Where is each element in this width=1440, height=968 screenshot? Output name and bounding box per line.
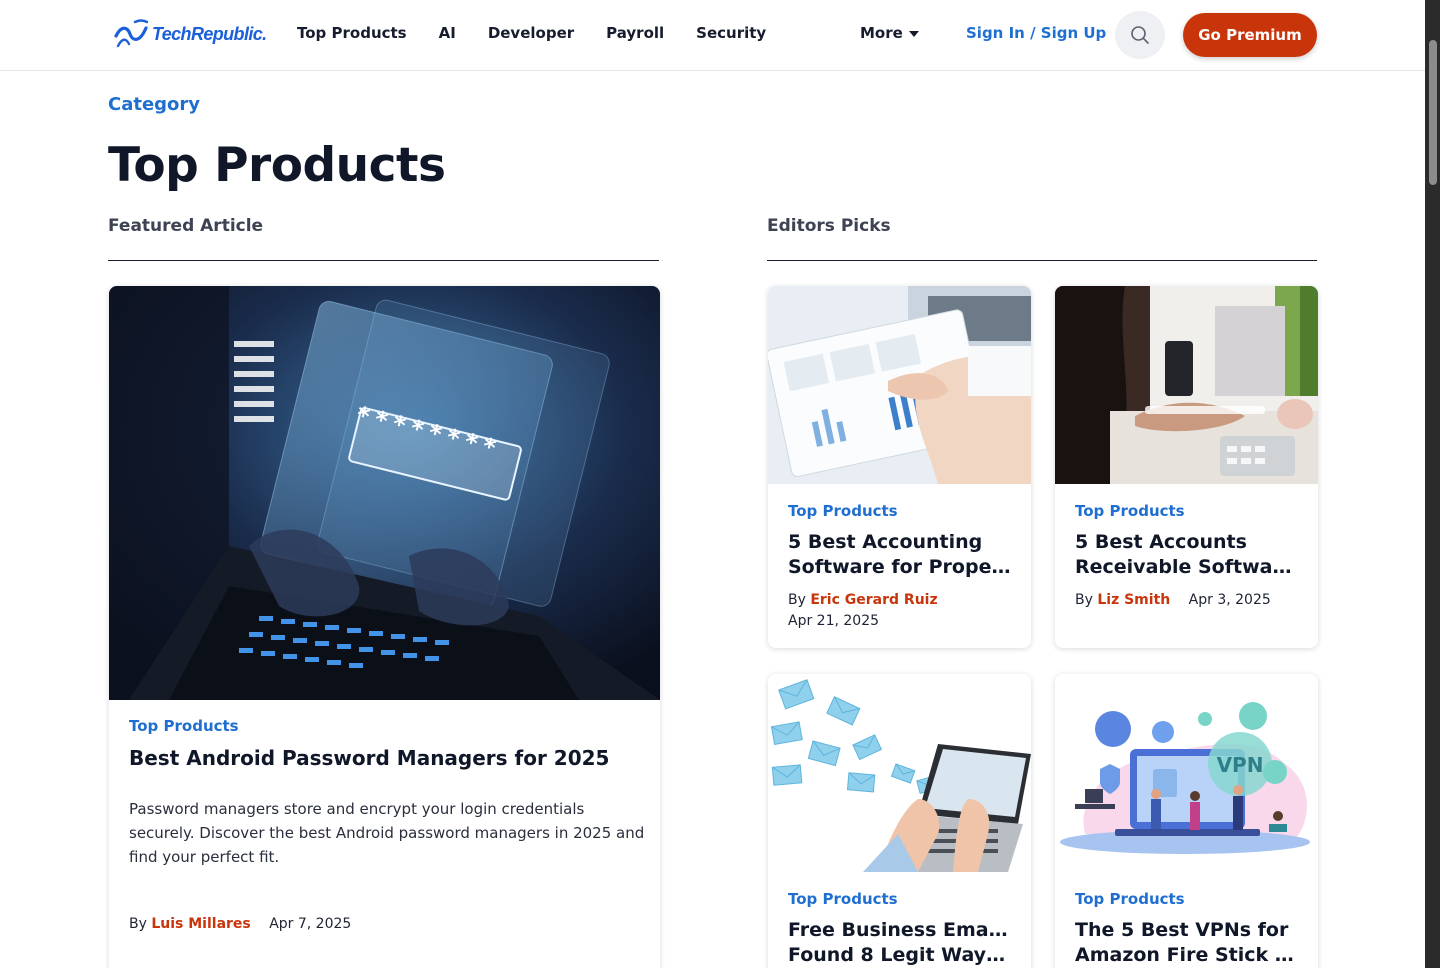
card-byline: By Eric Gerard Ruiz	[788, 592, 938, 608]
editors-pick-card[interactable]: Top Products 5 Best Accounting Software …	[768, 286, 1031, 648]
featured-category[interactable]: Top Products	[129, 717, 239, 735]
card-title[interactable]: Free Business Email: I Found 8 Legit Way…	[788, 918, 1013, 968]
card-title-line: The 5 Best VPNs for	[1075, 919, 1289, 941]
site-header: TechRepublic. Top Products AI Developer …	[0, 0, 1425, 71]
publish-date: Apr 3, 2025	[1188, 592, 1271, 608]
main-nav: Top Products AI Developer Payroll Securi…	[297, 24, 766, 42]
nav-payroll[interactable]: Payroll	[606, 24, 664, 42]
logo-wordmark: TechRepublic.	[152, 23, 267, 44]
card-title[interactable]: 5 Best Accounts Receivable Software ...	[1075, 530, 1300, 580]
vpn-badge-text: VPN	[1217, 753, 1264, 777]
editors-divider	[767, 260, 1317, 261]
sign-in-link[interactable]: Sign In / Sign Up	[966, 24, 1106, 42]
editors-picks-heading: Editors Picks	[767, 216, 891, 236]
vpn-illustration-image[interactable]: VPN	[1055, 674, 1318, 872]
card-title-line: Free Business Email: I	[788, 919, 1013, 941]
page-title: Top Products	[108, 138, 446, 193]
logo-wave-icon	[114, 19, 149, 48]
more-menu-button[interactable]: More	[860, 24, 919, 42]
card-title-line: 5 Best Accounting	[788, 531, 983, 553]
featured-title[interactable]: Best Android Password Managers for 2025	[129, 746, 645, 771]
featured-section-heading: Featured Article	[108, 216, 264, 236]
nav-ai[interactable]: AI	[439, 24, 456, 42]
nav-developer[interactable]: Developer	[488, 24, 574, 42]
publish-date: Apr 21, 2025	[788, 613, 880, 629]
card-title-line: 5 Best Accounts	[1075, 531, 1247, 553]
byline-prefix: By	[788, 592, 806, 608]
search-button[interactable]	[1115, 11, 1165, 59]
featured-description: Password managers store and encrypt your…	[129, 800, 645, 866]
author-link[interactable]: Luis Millares	[151, 916, 250, 932]
card-byline: By Liz Smith Apr 3, 2025	[1075, 592, 1271, 608]
category-label: Category	[108, 94, 201, 115]
featured-byline: By Luis Millares Apr 7, 2025	[129, 916, 351, 932]
accounting-software-image[interactable]	[768, 286, 1031, 484]
byline-prefix: By	[129, 916, 147, 932]
card-title-line: Found 8 Legit Ways t...	[788, 944, 1013, 966]
business-email-image[interactable]	[768, 674, 1031, 872]
card-category[interactable]: Top Products	[1075, 890, 1185, 908]
nav-top-products[interactable]: Top Products	[297, 24, 407, 42]
accounts-receivable-image[interactable]	[1055, 286, 1318, 484]
search-icon	[1131, 26, 1149, 44]
site-logo[interactable]: TechRepublic.	[113, 16, 267, 52]
chevron-down-icon	[908, 31, 919, 37]
card-category[interactable]: Top Products	[788, 502, 898, 520]
nav-security[interactable]: Security	[696, 24, 766, 42]
page-scrollbar[interactable]	[1425, 0, 1440, 968]
card-category[interactable]: Top Products	[788, 890, 898, 908]
card-title-line: Amazon Fire Stick in...	[1075, 944, 1300, 966]
featured-article-image[interactable]: ********	[109, 286, 660, 700]
featured-divider	[108, 260, 659, 261]
card-title[interactable]: 5 Best Accounting Software for Propert..…	[788, 530, 1013, 580]
author-link[interactable]: Eric Gerard Ruiz	[810, 592, 937, 608]
card-title-line: Receivable Software ...	[1075, 556, 1300, 578]
editors-pick-card[interactable]: VPN Top Products The 5 Best VPNs for Ama…	[1055, 674, 1318, 968]
byline-prefix: By	[1075, 592, 1093, 608]
go-premium-button[interactable]: Go Premium	[1183, 13, 1317, 57]
publish-date: Apr 7, 2025	[269, 916, 352, 932]
card-category[interactable]: Top Products	[1075, 502, 1185, 520]
featured-article-card[interactable]: ******** Top Products Best Android Passw…	[109, 286, 660, 968]
editors-pick-card[interactable]: Top Products 5 Best Accounts Receivable …	[1055, 286, 1318, 648]
scrollbar-thumb[interactable]	[1429, 40, 1437, 185]
editors-pick-card[interactable]: Top Products Free Business Email: I Foun…	[768, 674, 1031, 968]
card-title-line: Software for Propert...	[788, 556, 1013, 578]
author-link[interactable]: Liz Smith	[1097, 592, 1170, 608]
more-label: More	[860, 24, 903, 42]
card-title[interactable]: The 5 Best VPNs for Amazon Fire Stick in…	[1075, 918, 1300, 968]
